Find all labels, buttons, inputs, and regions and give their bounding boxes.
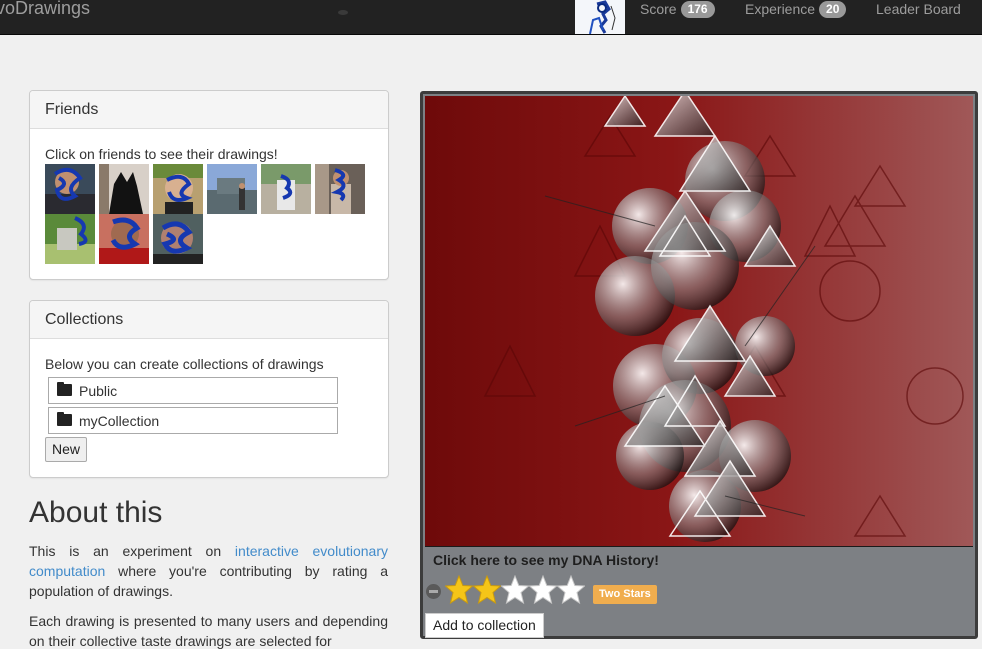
- about-paragraph-2: Each drawing is presented to many users …: [29, 613, 388, 649]
- dna-history-link[interactable]: Click here to see my DNA History!: [433, 552, 659, 568]
- drawing-panel: Click here to see my DNA History! Two St…: [420, 91, 978, 639]
- collection-label: myCollection: [79, 413, 160, 429]
- friends-panel: Friends Click on friends to see their dr…: [29, 90, 389, 280]
- friend-avatar[interactable]: [99, 164, 149, 214]
- nav-leader-board[interactable]: Leader Board: [876, 0, 961, 20]
- add-to-collection-button[interactable]: Add to collection: [425, 613, 544, 638]
- rating-label: Two Stars: [593, 585, 657, 604]
- friends-title: Friends: [30, 91, 388, 129]
- star-empty-icon[interactable]: [500, 574, 530, 605]
- star-filled-icon[interactable]: [444, 574, 474, 605]
- nav-experience-label: Experience: [745, 1, 816, 17]
- collection-label: Public: [79, 383, 118, 399]
- score-badge: 176: [680, 1, 715, 18]
- drawing-canvas[interactable]: [425, 96, 973, 547]
- friend-avatar[interactable]: [315, 164, 365, 214]
- about-paragraph-1: This is an experiment on interactive evo…: [29, 541, 388, 601]
- friends-hint: Click on friends to see their drawings!: [45, 146, 278, 162]
- new-collection-button[interactable]: New: [45, 437, 88, 462]
- friend-avatar[interactable]: [153, 164, 203, 214]
- friend-avatar[interactable]: [153, 214, 203, 264]
- experience-badge: 20: [819, 1, 847, 18]
- nav-experience[interactable]: Experience 20: [745, 0, 847, 20]
- friend-avatar[interactable]: [207, 164, 257, 214]
- brand-title[interactable]: voDrawings: [0, 0, 90, 19]
- friend-avatar[interactable]: [45, 164, 95, 214]
- star-filled-icon[interactable]: [472, 574, 502, 605]
- nav-score-label: Score: [640, 1, 677, 17]
- collections-hint: Below you can create collections of draw…: [45, 356, 324, 372]
- star-empty-icon[interactable]: [528, 574, 558, 605]
- folder-icon: [57, 382, 72, 396]
- friend-avatar[interactable]: [99, 214, 149, 264]
- folder-icon: [57, 412, 72, 426]
- nav-score[interactable]: Score 176: [640, 0, 715, 20]
- user-avatar[interactable]: [575, 0, 625, 34]
- collections-panel: Collections Below you can create collect…: [29, 300, 389, 478]
- collection-item-public[interactable]: Public: [48, 377, 338, 404]
- about-title: About this: [29, 496, 163, 529]
- friend-avatar[interactable]: [261, 164, 311, 214]
- navbar: voDrawings Score 176 Experience 20 Leader …: [0, 0, 982, 35]
- star-rating: [444, 574, 586, 607]
- about-text: This is an experiment on: [29, 543, 235, 559]
- friend-avatar[interactable]: [45, 214, 95, 264]
- clear-rating-icon[interactable]: [426, 584, 441, 599]
- star-empty-icon[interactable]: [556, 574, 586, 605]
- navbar-decoration: [338, 10, 348, 15]
- collections-title: Collections: [30, 301, 388, 339]
- collection-item-mycollection[interactable]: myCollection: [48, 407, 338, 434]
